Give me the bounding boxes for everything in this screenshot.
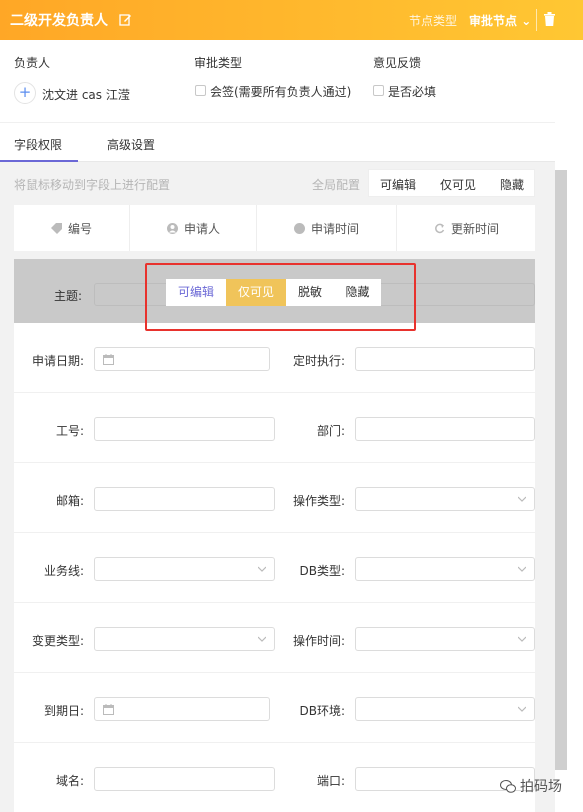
- node-type-value: 审批节点: [469, 14, 518, 28]
- global-config-segment: 可编辑 仅可见 隐藏: [368, 169, 535, 197]
- field-label: DB类型:: [299, 564, 345, 578]
- form-fields-area: 主题: 可编辑 仅可见 脱敏 隐藏 申请日期: 定时执行: 工号: 部门: 邮箱: 操作类…: [14, 259, 535, 812]
- row-divider: [14, 742, 535, 743]
- field-label: 变更类型:: [31, 634, 84, 648]
- system-fields-row: 编号 申请人 申请时间 更新时间: [14, 205, 535, 251]
- refresh-icon: [435, 223, 445, 234]
- add-owner-button[interactable]: +: [14, 82, 36, 104]
- chevron-down-icon: [518, 496, 526, 502]
- chevron-down-icon: [518, 636, 526, 642]
- chevron-down-icon: [258, 566, 266, 572]
- node-type-label: 节点类型: [409, 14, 458, 28]
- owner-names: 沈文进 cas 江滢: [42, 88, 130, 102]
- field-label: 操作时间:: [292, 634, 345, 648]
- field-select[interactable]: [355, 487, 535, 511]
- highlight-frame: [145, 263, 416, 331]
- watermark: 拍码场: [500, 776, 562, 796]
- wechat-icon: [500, 780, 516, 793]
- user-icon: [167, 223, 178, 234]
- subject-label: 主题:: [54, 289, 83, 303]
- config-hint: 将鼠标移动到字段上进行配置: [14, 178, 171, 192]
- meta-field-update-time[interactable]: 更新时间: [434, 220, 499, 237]
- field-select[interactable]: [355, 697, 535, 721]
- feedback-label: 意见反馈: [373, 56, 422, 70]
- global-editable-option[interactable]: 可编辑: [380, 176, 416, 193]
- global-config-label: 全局配置: [312, 178, 361, 192]
- feedback-required-checkbox[interactable]: [373, 85, 384, 96]
- meta-field-label: 申请时间: [311, 222, 360, 236]
- row-divider: [14, 392, 535, 393]
- node-header: 二级开发负责人 节点类型 审批节点 ⌄: [0, 0, 583, 40]
- tab-advanced-settings[interactable]: 高级设置: [107, 136, 155, 153]
- tab-bar: 字段权限 高级设置: [0, 122, 583, 162]
- global-visible-option[interactable]: 仅可见: [440, 176, 476, 193]
- field-label: 端口:: [316, 774, 345, 788]
- tag-icon: [51, 223, 62, 234]
- approval-type-label: 审批类型: [194, 56, 243, 70]
- field-select[interactable]: [355, 557, 535, 581]
- field-label: 域名:: [55, 774, 84, 788]
- node-type-select[interactable]: 审批节点 ⌄: [469, 12, 531, 29]
- field-input[interactable]: [355, 347, 535, 371]
- field-select[interactable]: [94, 557, 275, 581]
- row-divider: [14, 602, 535, 603]
- field-label: 申请日期:: [31, 354, 84, 368]
- watermark-text: 拍码场: [520, 779, 562, 795]
- calendar-icon: [103, 354, 114, 365]
- meta-field-label: 编号: [68, 222, 93, 236]
- chevron-down-icon: [518, 566, 526, 572]
- meta-field-apply-time[interactable]: 申请时间: [294, 220, 359, 237]
- field-label: 业务线:: [43, 564, 84, 578]
- field-label: 操作类型:: [292, 494, 345, 508]
- field-label: 邮箱:: [55, 494, 84, 508]
- field-label: 工号:: [55, 424, 84, 438]
- row-divider: [14, 532, 535, 533]
- field-input[interactable]: [355, 417, 535, 441]
- meta-divider: [256, 205, 257, 251]
- meta-divider: [129, 205, 130, 251]
- tab-field-permissions[interactable]: 字段权限: [14, 136, 62, 153]
- chevron-down-icon: ⌄: [517, 14, 532, 28]
- meta-divider: [396, 205, 397, 251]
- field-label: 定时执行:: [292, 354, 345, 368]
- scrollbar-thumb[interactable]: [555, 170, 567, 770]
- field-label: 到期日:: [43, 704, 84, 718]
- feedback-required-label: 是否必填: [388, 85, 437, 99]
- row-divider: [14, 672, 535, 673]
- field-input[interactable]: [94, 767, 275, 791]
- row-divider: [14, 462, 535, 463]
- meta-field-applicant[interactable]: 申请人: [167, 220, 220, 237]
- countersign-label: 会签(需要所有负责人通过): [210, 85, 352, 99]
- countersign-checkbox[interactable]: [195, 85, 206, 96]
- trash-icon[interactable]: [544, 12, 555, 26]
- field-select[interactable]: [355, 627, 535, 651]
- field-date-picker[interactable]: [94, 697, 270, 721]
- owner-label: 负责人: [14, 56, 51, 70]
- field-permission-panel: 将鼠标移动到字段上进行配置 全局配置 可编辑 仅可见 隐藏 编号 申请人 申请时…: [0, 162, 555, 812]
- field-label: DB环境:: [299, 704, 345, 718]
- field-date-picker[interactable]: [94, 347, 270, 371]
- node-title: 二级开发负责人: [10, 13, 108, 29]
- chevron-down-icon: [258, 636, 266, 642]
- header-divider: [536, 9, 537, 31]
- calendar-icon: [103, 704, 114, 715]
- field-label: 部门:: [316, 424, 345, 438]
- global-hidden-option[interactable]: 隐藏: [500, 176, 524, 193]
- meta-field-number[interactable]: 编号: [51, 220, 92, 237]
- field-select[interactable]: [94, 627, 275, 651]
- meta-field-label: 申请人: [184, 222, 221, 236]
- field-input[interactable]: [94, 417, 275, 441]
- chevron-down-icon: [518, 706, 526, 712]
- meta-field-label: 更新时间: [451, 222, 500, 236]
- field-input[interactable]: [94, 487, 275, 511]
- clock-icon: [294, 223, 305, 234]
- edit-icon[interactable]: [119, 13, 132, 26]
